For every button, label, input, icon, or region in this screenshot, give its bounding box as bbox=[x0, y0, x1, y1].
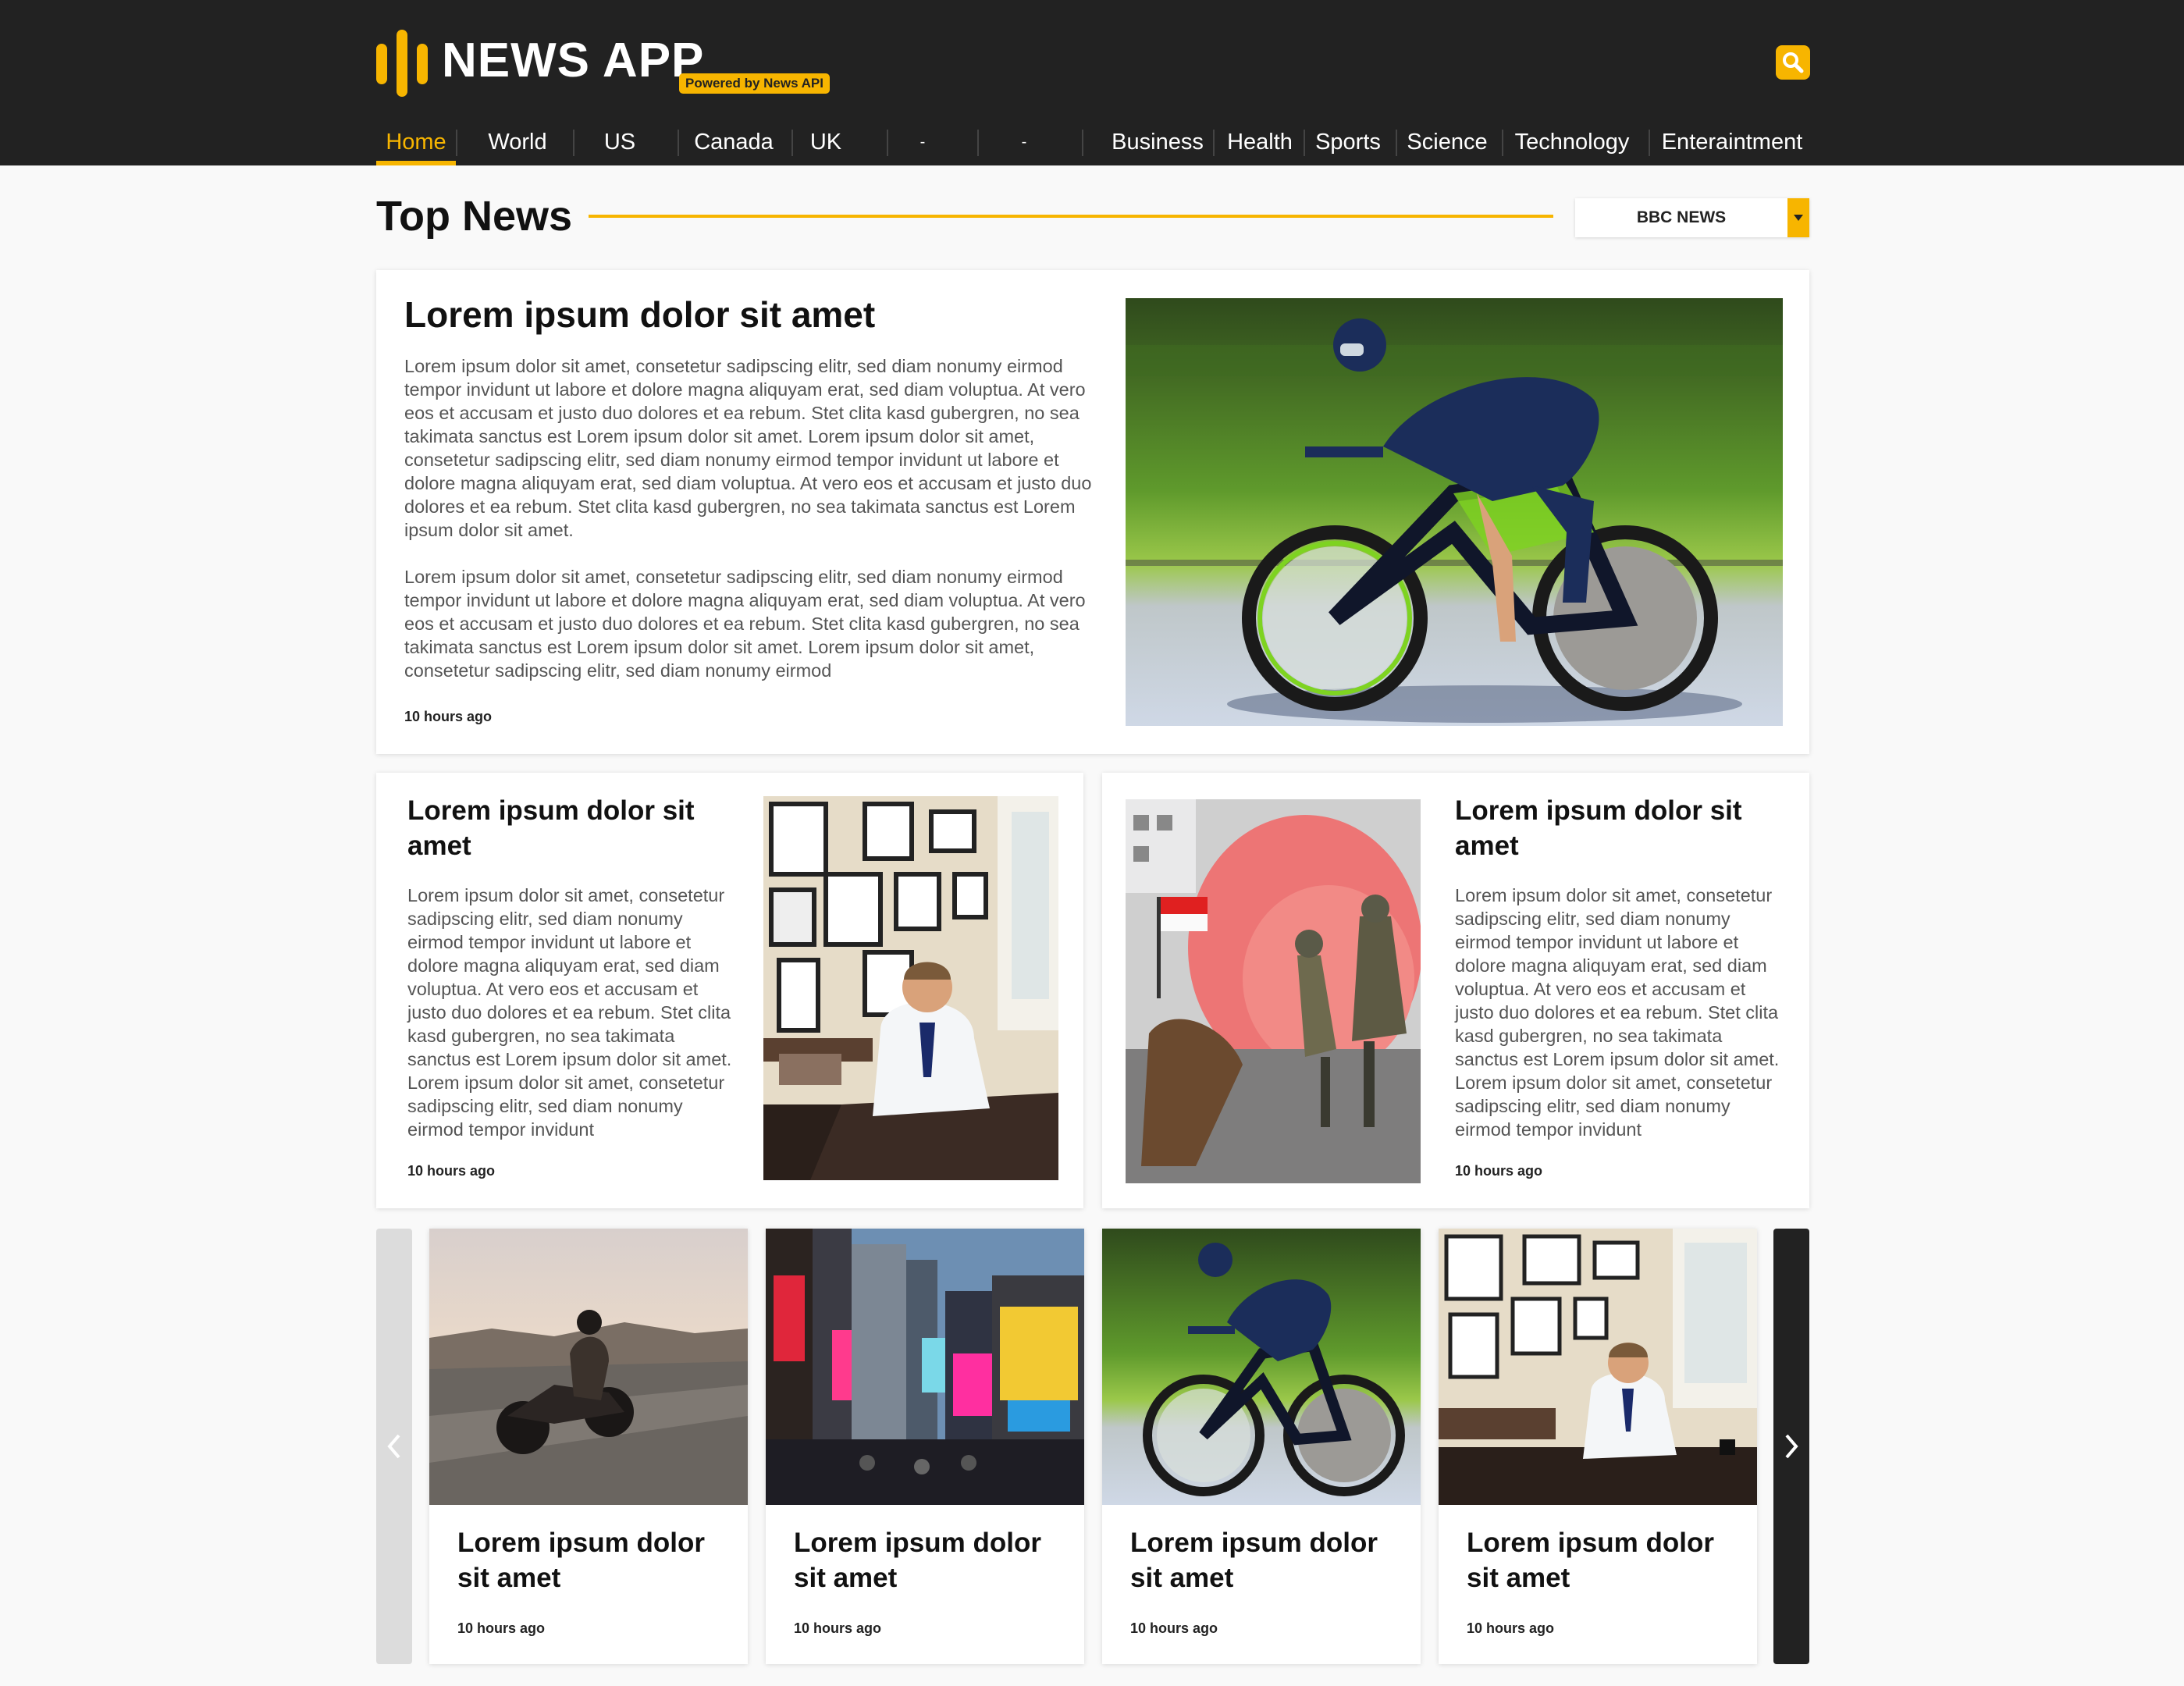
app-logo[interactable]: NEWS APP Powered by News API bbox=[376, 30, 860, 100]
nav-item-uk[interactable]: UK bbox=[795, 122, 857, 165]
nav-item-science[interactable]: Science bbox=[1402, 122, 1492, 165]
article-body: Lorem ipsum dolor sit amet, consetetur s… bbox=[1455, 885, 1780, 1140]
article-title[interactable]: Lorem ipsum dolor sit amet bbox=[407, 793, 735, 863]
article-title[interactable]: Lorem ipsum dolor sit amet bbox=[1455, 793, 1783, 863]
featured-article-title[interactable]: Lorem ipsum dolor sit amet bbox=[404, 293, 875, 336]
featured-article-paragraph: Lorem ipsum dolor sit amet, consetetur s… bbox=[404, 356, 1092, 540]
chevron-down-icon bbox=[1794, 215, 1803, 221]
nav-item-entertainment[interactable]: Enteraintment bbox=[1658, 122, 1806, 165]
carousel-title[interactable]: Lorem ipsum dolor sit amet bbox=[794, 1525, 1067, 1595]
carousel-time: 10 hours ago bbox=[1130, 1620, 1218, 1636]
featured-article-image[interactable] bbox=[1126, 298, 1783, 726]
chevron-left-icon bbox=[387, 1434, 400, 1459]
carousel-image[interactable] bbox=[429, 1229, 748, 1505]
news-source-select[interactable]: BBC NEWS bbox=[1575, 198, 1809, 237]
article-time: 10 hours ago bbox=[1455, 1163, 1543, 1179]
carousel-title[interactable]: Lorem ipsum dolor sit amet bbox=[457, 1525, 731, 1595]
category-nav: Home World US Canada UK - - Business Hea… bbox=[376, 122, 1812, 165]
section-title: Top News bbox=[376, 193, 573, 240]
article-image[interactable] bbox=[763, 796, 1058, 1180]
carousel-image[interactable] bbox=[1102, 1229, 1421, 1505]
featured-article-paragraph: Lorem ipsum dolor sit amet, consetetur s… bbox=[404, 567, 1086, 681]
nav-item-placeholder-2[interactable]: - bbox=[993, 122, 1055, 165]
carousel-card[interactable]: Lorem ipsum dolor sit amet 10 hours ago bbox=[1102, 1229, 1421, 1664]
nav-item-sports[interactable]: Sports bbox=[1310, 122, 1386, 165]
carousel-next-button[interactable] bbox=[1773, 1229, 1809, 1664]
article-card[interactable]: Lorem ipsum dolor sit amet Lorem ipsum d… bbox=[376, 773, 1083, 1208]
carousel-time: 10 hours ago bbox=[794, 1620, 882, 1636]
carousel-time: 10 hours ago bbox=[1467, 1620, 1555, 1636]
search-button[interactable] bbox=[1776, 45, 1810, 80]
carousel-prev-button[interactable] bbox=[376, 1229, 412, 1664]
article-card[interactable]: Lorem ipsum dolor sit amet Lorem ipsum d… bbox=[1102, 773, 1809, 1208]
nav-item-placeholder-1[interactable]: - bbox=[891, 122, 954, 165]
top-bar: NEWS APP Powered by News API Home World … bbox=[0, 0, 2184, 165]
nav-item-health[interactable]: Health bbox=[1221, 122, 1299, 165]
carousel-image[interactable] bbox=[1439, 1229, 1757, 1505]
carousel-card[interactable]: Lorem ipsum dolor sit amet 10 hours ago bbox=[1439, 1229, 1757, 1664]
dropdown-toggle[interactable] bbox=[1787, 198, 1809, 237]
featured-article-card[interactable]: Lorem ipsum dolor sit amet Lorem ipsum d… bbox=[376, 270, 1809, 754]
logo-bars-icon bbox=[376, 30, 428, 100]
nav-item-canada[interactable]: Canada bbox=[681, 122, 787, 165]
carousel-title[interactable]: Lorem ipsum dolor sit amet bbox=[1130, 1525, 1403, 1595]
section-divider bbox=[589, 215, 1553, 218]
search-icon bbox=[1783, 52, 1804, 73]
carousel-card[interactable]: Lorem ipsum dolor sit amet 10 hours ago bbox=[766, 1229, 1084, 1664]
nav-item-home[interactable]: Home bbox=[376, 122, 456, 165]
featured-article-time: 10 hours ago bbox=[404, 709, 493, 724]
chevron-right-icon bbox=[1785, 1434, 1798, 1459]
nav-item-business[interactable]: Business bbox=[1107, 122, 1208, 165]
article-time: 10 hours ago bbox=[407, 1163, 496, 1179]
powered-by-badge: Powered by News API bbox=[679, 73, 830, 94]
nav-item-us[interactable]: US bbox=[582, 122, 657, 165]
article-body: Lorem ipsum dolor sit amet, consetetur s… bbox=[407, 885, 732, 1140]
carousel-card[interactable]: Lorem ipsum dolor sit amet 10 hours ago bbox=[429, 1229, 748, 1664]
article-image[interactable] bbox=[1126, 799, 1421, 1183]
carousel-title[interactable]: Lorem ipsum dolor sit amet bbox=[1467, 1525, 1740, 1595]
nav-item-technology[interactable]: Technology bbox=[1510, 122, 1634, 165]
carousel-image[interactable] bbox=[766, 1229, 1084, 1505]
featured-article-body: Lorem ipsum dolor sit amet, consetetur s… bbox=[404, 354, 1099, 682]
app-name: NEWS APP bbox=[442, 34, 705, 87]
carousel-time: 10 hours ago bbox=[457, 1620, 546, 1636]
nav-item-world[interactable]: World bbox=[465, 122, 570, 165]
news-source-value: BBC NEWS bbox=[1636, 208, 1727, 226]
